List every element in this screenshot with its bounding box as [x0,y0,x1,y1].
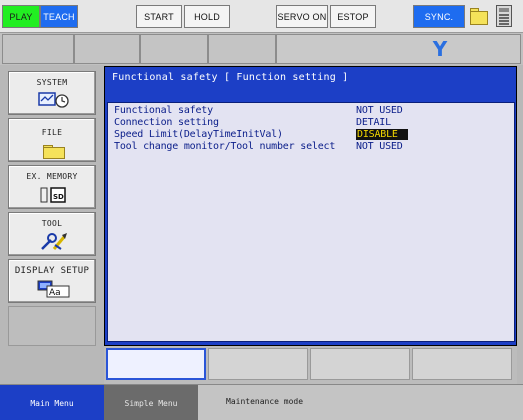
menu-ex-memory-label: EX. MEMORY [26,172,78,181]
menu-system-label: SYSTEM [36,78,68,87]
system-monitor-icon [38,92,69,108]
play-mode-button[interactable]: PLAY [2,5,40,28]
tool-icon [41,233,67,250]
display-font-icon: Aa [37,280,70,298]
row-value-speed-limit[interactable]: DISABLE [356,129,408,140]
status-slot-4 [208,34,276,64]
row-label-tool-change-monitor: Tool change monitor/Tool number select [114,141,336,152]
svg-text:Aa: Aa [49,288,61,298]
row-label-connection-setting: Connection setting [114,117,219,128]
function-key-1[interactable] [106,348,206,380]
function-key-4[interactable] [412,348,512,380]
jog-axis-display [276,34,521,64]
menu-system-button[interactable]: SYSTEM [8,71,96,115]
top-toolbar: PLAY TEACH START HOLD SERVO ON ESTOP SYN… [0,0,523,33]
calculator-icon[interactable] [496,5,512,27]
sd-card-icon: SD [40,187,66,203]
row-label-speed-limit: Speed Limit(DelayTimeInitVal) [114,129,283,140]
function-key-2[interactable] [208,348,308,380]
hold-button[interactable]: HOLD [184,5,230,28]
row-value-connection-setting[interactable]: DETAIL [356,117,391,128]
jog-axis-label: Y [432,37,448,61]
start-button[interactable]: START [136,5,182,28]
status-slot-2 [74,34,140,64]
teach-mode-button[interactable]: TEACH [40,5,78,28]
bottom-status-bar: Main Menu Simple Menu Maintenance mode [0,384,523,420]
folder-icon [43,145,65,159]
menu-display-setup-label: DISPLAY SETUP [14,266,90,276]
simple-menu-button[interactable]: Simple Menu [104,385,198,420]
left-main-menu: SYSTEM FILE EX. MEMORY SD TOOL DISPLAY S… [0,65,104,385]
main-menu-button[interactable]: Main Menu [0,385,104,420]
svg-text:SD: SD [53,193,64,201]
content-title: Functional safety [ Function setting ] [112,72,349,83]
row-label-functional-safety: Functional safety [114,105,213,116]
mode-status-text: Maintenance mode [226,397,304,406]
function-setting-panel: Functional safety NOT USED Connection se… [107,102,515,342]
row-value-tool-change-monitor[interactable]: NOT USED [356,141,403,152]
sync-button[interactable]: SYNC. [413,5,465,28]
menu-empty-slot [8,306,96,346]
menu-tool-button[interactable]: TOOL [8,212,96,256]
menu-tool-label: TOOL [41,219,63,228]
menu-file-button[interactable]: FILE [8,118,96,162]
folder-icon[interactable] [470,6,490,26]
function-key-bar [104,346,517,384]
status-slot-3 [140,34,208,64]
servo-on-button[interactable]: SERVO ON [276,5,328,28]
menu-display-setup-button[interactable]: DISPLAY SETUP Aa [8,259,96,303]
content-window: Functional safety [ Function setting ] F… [104,66,517,346]
estop-button[interactable]: ESTOP [330,5,376,28]
function-key-3[interactable] [310,348,410,380]
menu-file-label: FILE [41,128,63,137]
menu-ex-memory-button[interactable]: EX. MEMORY SD [8,165,96,209]
row-value-functional-safety[interactable]: NOT USED [356,105,403,116]
status-slot-1 [2,34,74,64]
